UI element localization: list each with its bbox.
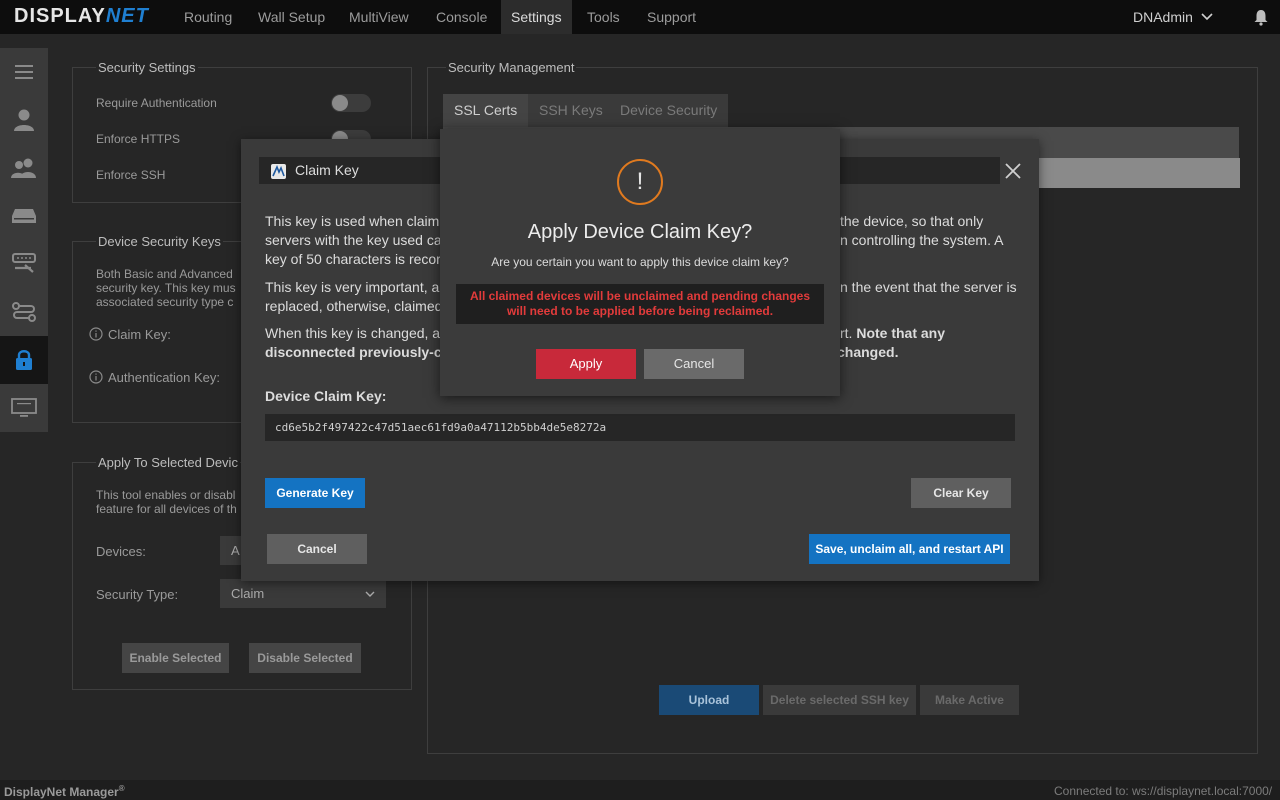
device-claim-key-label: Device Claim Key:: [265, 388, 387, 404]
claim-desc-p2-line-2: replaced, otherwise, claimed: [265, 298, 443, 314]
app-name-footer: DisplayNet Manager®: [4, 784, 125, 799]
close-icon[interactable]: [1003, 161, 1023, 181]
claim-desc-p3-line-2a: disconnected previously-cla: [265, 344, 454, 360]
nav-tools[interactable]: Tools: [577, 0, 630, 34]
apply-claim-key-confirm-dialog: ! Apply Device Claim Key? Are you certai…: [440, 129, 840, 396]
claim-desc-line-2b: n controlling the system. A: [840, 232, 1004, 248]
displaynet-logo[interactable]: DISPLAYNET: [14, 5, 149, 28]
connector-tools-icon: [12, 253, 36, 273]
nav-wall-setup[interactable]: Wall Setup: [248, 0, 335, 34]
info-icon[interactable]: [89, 327, 103, 341]
clear-key-button[interactable]: Clear Key: [911, 478, 1011, 508]
claim-desc-p3-line-1a: When this key is changed, al: [265, 325, 444, 341]
device-keys-desc-2: security key. This key mus: [96, 281, 236, 295]
sidebar-item-hardware[interactable]: [0, 240, 48, 288]
connection-status: Connected to: ws://displaynet.local:7000…: [1054, 784, 1273, 798]
cancel-button[interactable]: Cancel: [267, 534, 367, 564]
apply-selected-desc-1: This tool enables or disabl: [96, 488, 236, 502]
user-icon: [14, 109, 34, 131]
sidebar-item-devices[interactable]: [0, 192, 48, 240]
sidebar-item-menu[interactable]: [0, 48, 48, 96]
route-icon: [12, 302, 36, 322]
claim-key-modal-title: Claim Key: [295, 162, 359, 178]
save-unclaim-restart-button[interactable]: Save, unclaim all, and restart API: [809, 534, 1010, 564]
nav-multiview[interactable]: MultiView: [339, 0, 419, 34]
claim-key-label: Claim Key:: [108, 327, 171, 342]
claim-desc-p3-line-2b: changed.: [837, 344, 899, 360]
sidebar-item-security[interactable]: [0, 336, 48, 384]
sidebar-item-users[interactable]: [0, 144, 48, 192]
device-security-keys-title: Device Security Keys: [96, 234, 223, 249]
devices-label: Devices:: [96, 544, 146, 559]
security-type-value: Claim: [231, 586, 265, 601]
sidebar: [0, 48, 48, 432]
lock-icon: [16, 350, 32, 370]
upload-button[interactable]: Upload: [659, 685, 759, 715]
claim-desc-p3-line-1b: rt. Note that any: [840, 324, 945, 343]
displaynet-mark-icon: [272, 164, 285, 177]
generate-key-button[interactable]: Generate Key: [265, 478, 365, 508]
device-keys-desc-3: associated security type c: [96, 295, 234, 309]
claim-desc-p2-line-1b: n the event that the server is: [840, 279, 1017, 295]
claim-desc-line-1a: This key is used when claimi: [265, 213, 443, 229]
confirm-dialog-question: Are you certain you want to apply this d…: [491, 255, 789, 269]
apply-selected-title: Apply To Selected Devic: [96, 455, 240, 470]
chevron-down-icon: [365, 591, 375, 597]
server-device-icon: [12, 209, 36, 223]
confirm-dialog-warning: All claimed devices will be unclaimed an…: [456, 284, 824, 324]
claim-desc-p3-note: Note that any: [856, 325, 946, 341]
info-icon[interactable]: [89, 370, 103, 384]
logo-text-net: NET: [105, 5, 149, 27]
tab-ssl-certs[interactable]: SSL Certs: [443, 94, 529, 127]
apply-button[interactable]: Apply: [536, 349, 636, 379]
claim-desc-line-2a: servers with the key used ca: [265, 232, 442, 248]
claim-desc-line-1b: the device, so that only: [840, 213, 984, 229]
confirm-cancel-button[interactable]: Cancel: [644, 349, 744, 379]
nav-settings[interactable]: Settings: [501, 0, 572, 34]
exclamation-warning-icon: !: [617, 159, 663, 205]
menu-icon: [15, 65, 33, 79]
authentication-key-label: Authentication Key:: [108, 370, 221, 385]
security-type-label: Security Type:: [96, 587, 179, 602]
sidebar-item-display[interactable]: [0, 384, 48, 432]
device-claim-key-input[interactable]: cd6e5b2f497422c47d51aec61fd9a0a47112b5bb…: [265, 414, 1015, 441]
warning-line-2: will need to be applied before being rec…: [506, 304, 774, 318]
require-auth-toggle[interactable]: [331, 94, 371, 112]
tab-device-security[interactable]: Device Security: [609, 94, 729, 127]
chevron-down-icon[interactable]: [1200, 10, 1214, 24]
monitor-icon: [11, 398, 37, 417]
enforce-https-label: Enforce HTTPS: [96, 132, 181, 146]
nav-support[interactable]: Support: [637, 0, 706, 34]
nav-console[interactable]: Console: [426, 0, 497, 34]
user-menu-name[interactable]: DNAdmin: [1133, 9, 1193, 25]
app-logo-icon: [271, 164, 286, 179]
make-active-button[interactable]: Make Active: [920, 685, 1019, 715]
security-settings-title: Security Settings: [96, 60, 198, 75]
claim-desc-p3-rt: rt.: [840, 325, 853, 341]
delete-ssh-key-button[interactable]: Delete selected SSH key: [763, 685, 916, 715]
claim-desc-line-3: key of 50 characters is recor: [265, 251, 441, 267]
device-keys-desc-1: Both Basic and Advanced: [96, 267, 233, 281]
registered-mark: ®: [118, 784, 125, 793]
sidebar-item-user[interactable]: [0, 96, 48, 144]
sidebar-item-routes[interactable]: [0, 288, 48, 336]
logo-text-display: DISPLAY: [14, 5, 106, 27]
enforce-ssh-label: Enforce SSH: [96, 168, 166, 182]
top-nav-bar: DISPLAYNET Routing Wall Setup MultiView …: [0, 0, 1280, 34]
warning-line-1: All claimed devices will be unclaimed an…: [469, 289, 811, 303]
tab-ssh-keys[interactable]: SSH Keys: [528, 94, 614, 127]
bell-icon[interactable]: [1252, 8, 1270, 26]
confirm-dialog-title: Apply Device Claim Key?: [527, 221, 753, 243]
users-icon: [11, 158, 36, 178]
require-auth-label: Require Authentication: [96, 96, 217, 110]
apply-selected-desc-2: feature for all devices of th: [96, 502, 237, 516]
nav-routing[interactable]: Routing: [174, 0, 242, 34]
security-management-title: Security Management: [446, 60, 577, 75]
app-name-text: DisplayNet Manager: [4, 785, 119, 799]
disable-selected-button[interactable]: Disable Selected: [249, 643, 361, 673]
enable-selected-button[interactable]: Enable Selected: [122, 643, 229, 673]
claim-desc-p2-line-1a: This key is very important, ar: [265, 279, 444, 295]
security-type-select[interactable]: Claim: [220, 579, 386, 608]
